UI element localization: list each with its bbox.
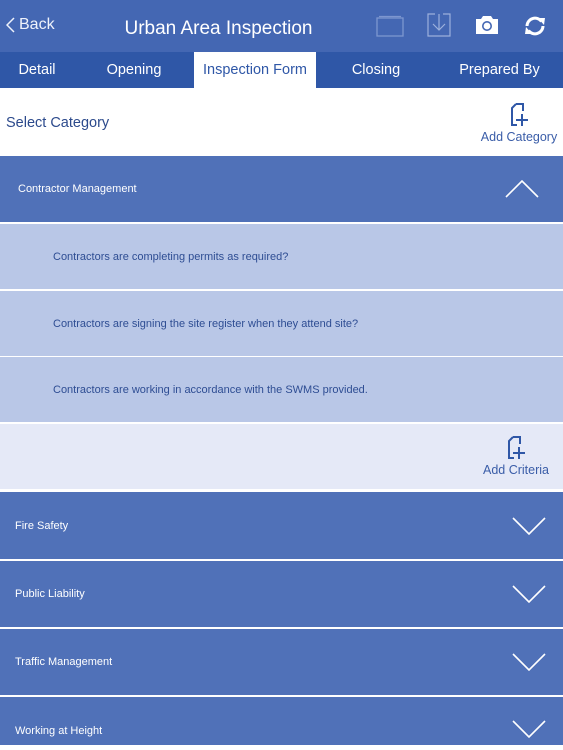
- category-name: Working at Height: [15, 725, 103, 737]
- add-document-icon: [511, 103, 528, 126]
- folder-icon[interactable]: [376, 15, 404, 42]
- category-row-contractor-management[interactable]: Contractor Management: [0, 156, 563, 222]
- tab-prepared-by[interactable]: Prepared By: [436, 52, 563, 88]
- add-category-button[interactable]: Add Category: [478, 103, 560, 144]
- category-name: Public Liability: [15, 588, 85, 600]
- add-category-label: Add Category: [480, 130, 558, 144]
- tab-inspection-form[interactable]: Inspection Form: [194, 52, 316, 88]
- page-title: Urban Area Inspection: [124, 18, 313, 39]
- tab-detail[interactable]: Detail: [0, 52, 74, 88]
- chevron-down-icon: [512, 720, 546, 738]
- category-name: Fire Safety: [15, 519, 69, 532]
- add-criteria-label: Add Criteria: [483, 463, 549, 477]
- add-criteria-button[interactable]: Add Criteria: [478, 436, 554, 477]
- category-row-traffic-management[interactable]: Traffic Management: [0, 629, 563, 695]
- chevron-down-icon: [512, 653, 546, 671]
- category-name: Contractor Management: [18, 183, 137, 195]
- category-row-fire-safety[interactable]: Fire Safety: [0, 492, 563, 559]
- criteria-row[interactable]: Contractors are signing the site registe…: [0, 291, 563, 356]
- download-icon[interactable]: [427, 13, 451, 42]
- category-row-public-liability[interactable]: Public Liability: [0, 561, 563, 627]
- add-criteria-row: Add Criteria: [0, 424, 563, 489]
- criteria-row[interactable]: Contractors are working in accordance wi…: [0, 357, 563, 422]
- chevron-down-icon: [512, 585, 546, 603]
- nav-header: Back Urban Area Inspection: [0, 0, 563, 52]
- criteria-row[interactable]: Contractors are completing permits as re…: [0, 224, 563, 289]
- tab-closing[interactable]: Closing: [316, 52, 436, 88]
- select-category-bar: Select Category Add Category: [0, 88, 563, 155]
- chevron-up-icon: [505, 180, 539, 198]
- camera-icon[interactable]: [475, 15, 499, 40]
- category-name: Traffic Management: [15, 656, 113, 668]
- tab-opening[interactable]: Opening: [74, 52, 194, 88]
- select-category-label: Select Category: [6, 115, 110, 131]
- tab-bar: Detail Opening Inspection Form Closing P…: [0, 52, 563, 88]
- criteria-text: Contractors are completing permits as re…: [53, 250, 289, 263]
- criteria-text: Contractors are signing the site registe…: [53, 317, 359, 330]
- criteria-text: Contractors are working in accordance wi…: [53, 383, 368, 396]
- category-row-working-at-height[interactable]: Working at Height: [0, 697, 563, 745]
- chevron-down-icon: [512, 516, 546, 535]
- sync-icon[interactable]: [523, 14, 547, 43]
- add-document-icon: [508, 436, 525, 459]
